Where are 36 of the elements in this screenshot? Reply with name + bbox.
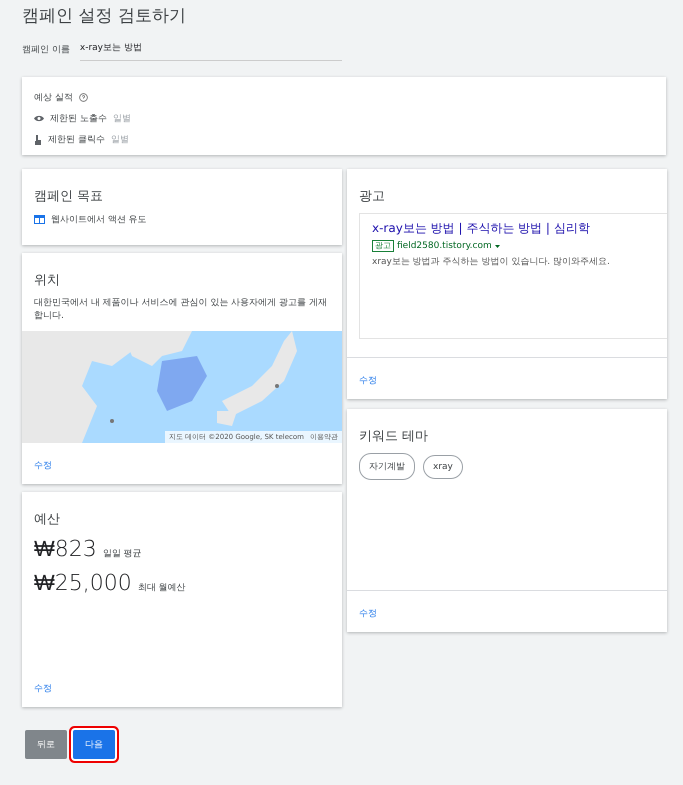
card-title: 위치	[34, 272, 61, 289]
ad-badge: 광고	[372, 240, 394, 252]
metric-label: 제한된 클릭수	[48, 134, 105, 146]
keyword-chip: xray	[423, 454, 463, 478]
daily-budget: ₩823	[34, 536, 97, 562]
card-title: 예상 실적	[34, 92, 73, 104]
browser-icon	[34, 215, 45, 224]
edit-link[interactable]: 수정	[359, 609, 377, 619]
card-title: 예산	[34, 511, 61, 528]
back-button[interactable]: 뒤로	[25, 730, 67, 759]
ad-description: xray보는 방법과 주식하는 방법이 있습니다. 많이와주세요.	[372, 256, 611, 268]
page-title: 캠페인 설정 검토하기	[22, 5, 187, 27]
metric-label: 제한된 노출수	[50, 113, 107, 125]
card-title: 키워드 테마	[359, 428, 430, 445]
edit-link[interactable]: 수정	[34, 461, 52, 471]
edit-link[interactable]: 수정	[359, 376, 377, 386]
goal-value: 웹사이트에서 액션 유도	[51, 214, 147, 226]
help-icon	[78, 93, 88, 102]
campaign-name-label: 캠페인 이름	[22, 44, 70, 56]
ad-url: field2580.tistory.com	[397, 241, 492, 251]
metric-unit: 일별	[112, 113, 131, 125]
card-title: 광고	[359, 188, 386, 205]
daily-budget-label: 일일 평균	[102, 548, 142, 560]
keyword-chip: 자기계발	[359, 453, 415, 480]
pointer-icon	[34, 134, 42, 144]
ad-headline: x-ray보는 방법 | 주식하는 방법 | 심리학	[372, 220, 591, 237]
next-button[interactable]: 다음	[73, 730, 115, 759]
monthly-budget: ₩25,000	[34, 570, 132, 596]
eye-icon	[34, 115, 44, 122]
card-title: 캠페인 목표	[34, 188, 104, 205]
edit-link[interactable]: 수정	[34, 684, 52, 694]
caret-icon	[494, 244, 500, 248]
campaign-name-field[interactable]: x-ray보는 방법	[80, 37, 342, 61]
monthly-budget-label: 최대 월예산	[138, 582, 186, 594]
location-description: 대한민국에서 내 제품이나 서비스에 관심이 있는 사용자에게 광고를 게재합니다.	[34, 297, 328, 323]
metric-unit: 일별	[110, 134, 129, 146]
